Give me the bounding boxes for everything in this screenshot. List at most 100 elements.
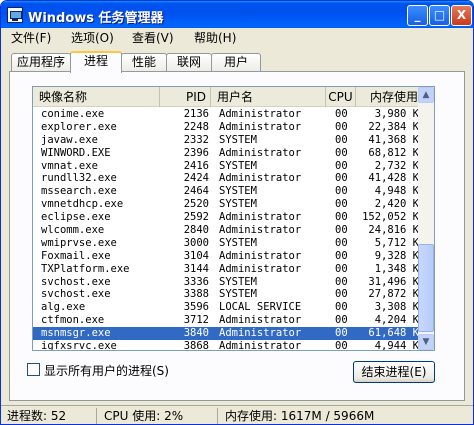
show-all-users-label[interactable]: 显示所有用户的进程(S) [44, 362, 169, 379]
process-memory: 4,204 K [374, 314, 419, 327]
process-cpu: 00 [335, 120, 348, 133]
process-memory: 31,496 K [368, 275, 419, 288]
process-name: mssearch.exe [41, 185, 117, 198]
process-row[interactable]: rundll32.exe 2424 Administrator 00 41,428 K [33, 172, 423, 185]
process-cpu: 00 [335, 288, 348, 301]
process-name: svchost.exe [41, 288, 111, 301]
process-name: conime.exe [41, 108, 105, 120]
status-bar: 进程数: 52 CPU 使用: 2% 内存使用: 1617M / 5966M [1, 405, 473, 424]
scroll-up-button[interactable]: ▲ [418, 87, 434, 103]
process-row[interactable]: explorer.exe 2248 Administrator 00 22,384 K [33, 121, 423, 134]
process-row[interactable]: TXPlatform.exe 3144 Administrator 00 1,348 K [33, 263, 423, 276]
process-user: Administrator [219, 211, 302, 224]
process-user: Administrator [219, 314, 302, 327]
process-user: Administrator [219, 108, 302, 120]
process-pid: 3712 [183, 314, 209, 327]
process-pid: 2136 [183, 108, 209, 120]
process-pid: 2592 [183, 211, 209, 224]
process-user: Administrator [219, 146, 302, 159]
tab-processes[interactable]: 进程 [70, 51, 122, 73]
menu-file[interactable]: 文件(F) [11, 29, 51, 46]
process-memory: 2,732 K [374, 159, 419, 172]
show-all-users-checkbox[interactable] [27, 363, 40, 376]
process-cpu: 00 [335, 301, 348, 314]
menu-options[interactable]: 选项(O) [71, 29, 114, 46]
process-name: alg.exe [41, 301, 86, 314]
scroll-down-button[interactable]: ▼ [418, 334, 434, 350]
process-row[interactable]: mssearch.exe 2464 SYSTEM 00 4,948 K [33, 185, 423, 198]
process-row[interactable]: svchost.exe 3336 SYSTEM 00 31,496 K [33, 276, 423, 289]
process-name: wmiprvse.exe [41, 236, 117, 249]
process-row[interactable]: vmnat.exe 2416 SYSTEM 00 2,732 K [33, 160, 423, 173]
task-manager-icon [7, 7, 23, 23]
column-header-name[interactable]: 映像名称 [33, 87, 160, 107]
process-cpu: 00 [335, 172, 348, 185]
process-list[interactable]: 映像名称 PID 用户名 CPU 内存使用 conime.exe 2136 Admi… [32, 86, 435, 351]
process-user: LOCAL SERVICE [219, 301, 302, 314]
process-name: Foxmail.exe [41, 249, 111, 262]
process-row[interactable]: alg.exe 3596 LOCAL SERVICE 00 3,308 K [33, 301, 423, 314]
process-pid: 2520 [183, 198, 209, 211]
process-row[interactable]: svchost.exe 3388 SYSTEM 00 27,872 K [33, 288, 423, 301]
scrollbar-thumb[interactable] [418, 244, 434, 332]
column-header-memory[interactable]: 内存使用 [356, 87, 423, 107]
process-user: Administrator [219, 340, 302, 351]
process-row[interactable]: conime.exe 2136 Administrator 00 3,980 K [33, 108, 423, 121]
process-memory: 61,648 K [368, 327, 419, 340]
process-pid: 3388 [183, 288, 209, 301]
process-row[interactable]: msnmsgr.exe 3840 Administrator 00 61,648 K [33, 327, 423, 341]
process-memory: 1,348 K [374, 262, 419, 275]
process-cpu: 00 [335, 185, 348, 198]
vertical-scrollbar[interactable]: ▲ ▼ [418, 87, 434, 350]
process-memory: 4,948 K [374, 185, 419, 198]
process-row[interactable]: ctfmon.exe 3712 Administrator 00 4,204 K [33, 314, 423, 327]
process-row[interactable]: WINWORD.EXE 2396 Administrator 00 68,812 K [33, 147, 423, 160]
tab-networking[interactable]: 联网 [166, 53, 212, 72]
maximize-button[interactable]: □ [429, 5, 450, 26]
tab-users[interactable]: 用户 [211, 53, 261, 72]
status-cpu-usage: CPU 使用: 2% [100, 408, 218, 424]
process-cpu: 00 [335, 275, 348, 288]
process-name: vmnetdhcp.exe [41, 198, 124, 211]
process-row[interactable]: eclipse.exe 2592 Administrator 00 152,052 K [33, 211, 423, 224]
process-memory: 68,812 K [368, 146, 419, 159]
column-header-user[interactable]: 用户名 [211, 87, 326, 107]
process-row[interactable]: wmiprvse.exe 3000 SYSTEM 00 5,712 K [33, 237, 423, 250]
tab-applications[interactable]: 应用程序 [11, 53, 71, 72]
menu-bar: 文件(F) 选项(O) 查看(V) 帮助(H) [1, 28, 473, 47]
process-name: ctfmon.exe [41, 314, 105, 327]
menu-help[interactable]: 帮助(H) [194, 29, 236, 46]
status-memory-usage: 内存使用: 1617M / 5966M [225, 409, 375, 423]
minimize-button[interactable]: _ [407, 5, 428, 26]
process-name: wlcomm.exe [41, 224, 105, 237]
menu-view[interactable]: 查看(V) [132, 29, 174, 46]
process-row[interactable]: wlcomm.exe 2840 Administrator 00 24,816 K [33, 224, 423, 237]
process-name: rundll32.exe [41, 172, 117, 185]
process-name: WINWORD.EXE [41, 146, 111, 159]
process-row[interactable]: igfxsrvc.exe 3868 Administrator 00 4,944 K [33, 340, 423, 351]
end-process-button[interactable]: 结束进程(E) [353, 361, 435, 383]
process-cpu: 00 [335, 262, 348, 275]
title-bar[interactable]: Windows 任务管理器 _ □ X [1, 1, 473, 30]
process-cpu: 00 [335, 224, 348, 237]
close-button[interactable]: X [451, 5, 472, 26]
process-row[interactable]: javaw.exe 2332 SYSTEM 00 41,368 K [33, 134, 423, 147]
process-row[interactable]: Foxmail.exe 3104 Administrator 00 9,328 K [33, 250, 423, 263]
process-pid: 2840 [183, 224, 209, 237]
window-title: Windows 任务管理器 [28, 11, 164, 26]
process-user: Administrator [219, 172, 302, 185]
column-header-cpu[interactable]: CPU [326, 87, 356, 107]
process-memory: 9,328 K [374, 249, 419, 262]
process-cpu: 00 [335, 340, 348, 351]
process-user: SYSTEM [219, 159, 257, 172]
process-row[interactable]: vmnetdhcp.exe 2520 SYSTEM 00 2,420 K [33, 198, 423, 211]
process-user: Administrator [219, 224, 302, 237]
process-cpu: 00 [335, 236, 348, 249]
column-header-pid[interactable]: PID [160, 87, 211, 107]
process-cpu: 00 [335, 198, 348, 211]
process-cpu: 00 [335, 327, 348, 340]
process-memory: 41,368 K [368, 133, 419, 146]
tab-performance[interactable]: 性能 [121, 53, 167, 72]
process-cpu: 00 [335, 133, 348, 146]
process-name: igfxsrvc.exe [41, 340, 117, 351]
